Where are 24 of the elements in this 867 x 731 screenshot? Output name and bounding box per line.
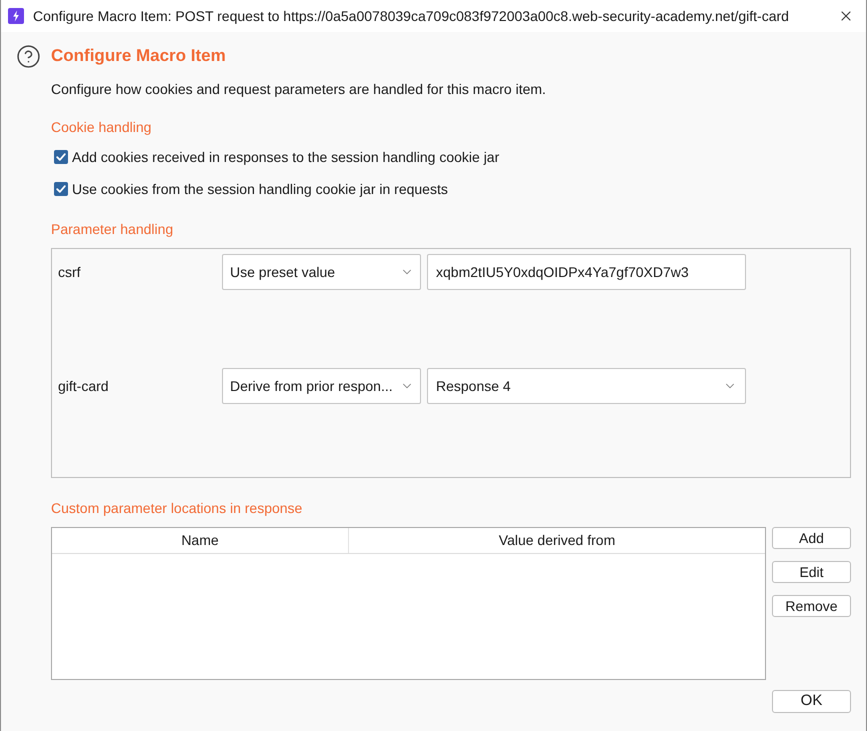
column-header[interactable]: Name: [52, 528, 349, 553]
section-title: Custom parameter locations in response: [51, 499, 304, 518]
lightning-icon: [8, 8, 24, 24]
table-action-button[interactable]: Add: [772, 527, 851, 549]
parameter-name: csrf: [58, 262, 82, 282]
table-action-button[interactable]: Edit: [772, 561, 851, 583]
response-dropdown[interactable]: Response 4: [427, 368, 746, 404]
parameter-name: gift-card: [58, 376, 110, 396]
table-action-button[interactable]: Remove: [772, 595, 851, 617]
section-title: Parameter handling: [51, 220, 174, 239]
checkbox-label[interactable]: Add cookies received in responses to the session handling cookie jar: [72, 146, 500, 168]
dialog-heading: Configure Macro Item: [51, 45, 226, 68]
value-field[interactable]: xqbm2tIU5Y0xdqOIDPx4Ya7gf70XD7w3: [427, 254, 746, 290]
mode-dropdown[interactable]: Use preset value: [222, 254, 421, 290]
help-icon[interactable]: [16, 44, 41, 68]
ok-button[interactable]: OK: [772, 690, 851, 713]
section-title: Cookie handling: [51, 118, 152, 137]
checkbox[interactable]: [54, 150, 68, 164]
column-header[interactable]: Value derived from: [349, 528, 765, 553]
mode-dropdown[interactable]: Derive from prior respon...: [222, 368, 421, 404]
window-title: Configure Macro Item: POST request to https://0a5a0078039ca709c083f972003a00c8.web-security-academy.net/gift-card: [33, 6, 789, 26]
description-text: Configure how cookies and request parameters are handled for this macro item.: [51, 80, 547, 99]
checkbox-label[interactable]: Use cookies from the session handling cookie jar in requests: [72, 178, 448, 200]
checkbox[interactable]: [54, 182, 68, 196]
